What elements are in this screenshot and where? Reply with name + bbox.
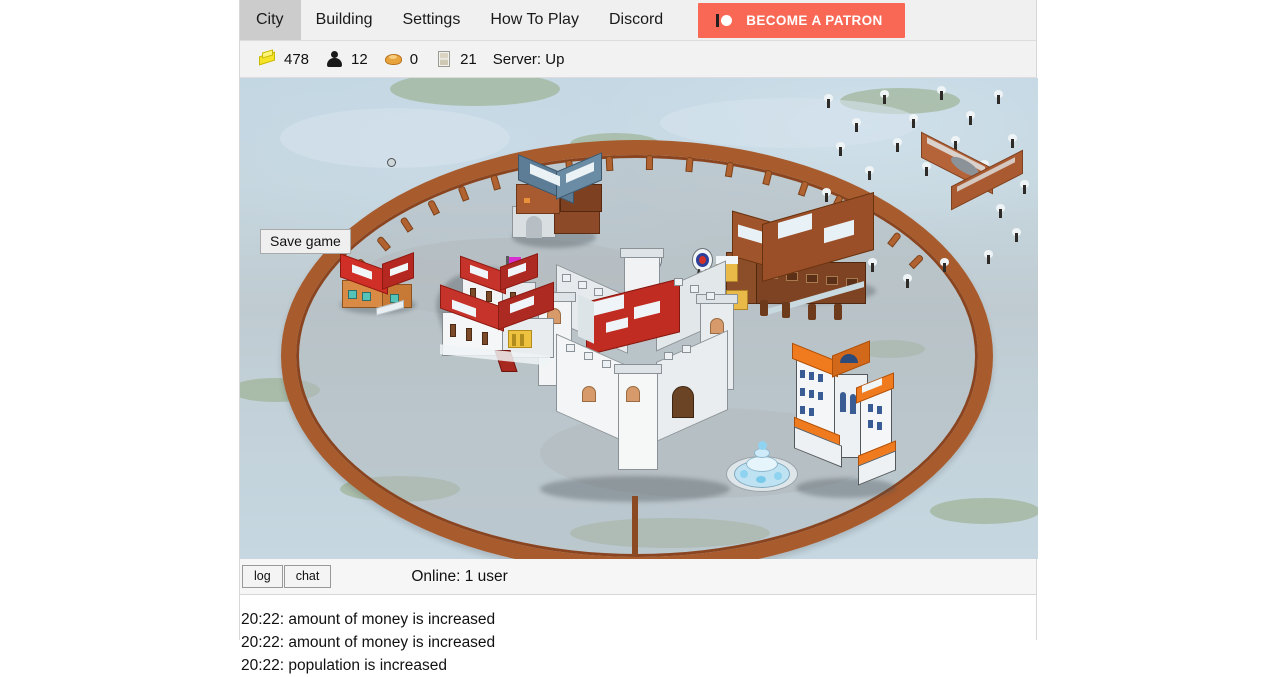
snow-tree xyxy=(836,142,845,156)
stat-food: 0 xyxy=(384,50,418,68)
stat-food-value: 0 xyxy=(409,50,419,68)
nav-tab-discord-label: Discord xyxy=(608,11,664,28)
terrain-grass-patch xyxy=(930,498,1038,524)
snow-tree xyxy=(880,90,889,104)
city-game-canvas[interactable]: Save game xyxy=(240,78,1038,559)
snow-tree xyxy=(940,258,949,272)
stat-gold: 478 xyxy=(258,49,310,68)
gold-ingot-icon xyxy=(258,49,278,68)
log-tab-button[interactable]: log xyxy=(242,565,283,588)
nav-tab-city-label: City xyxy=(256,11,284,28)
event-log-list: 20:22: amount of money is increased 20:2… xyxy=(240,608,1036,677)
stat-time: 21 xyxy=(434,50,477,68)
snow-tree xyxy=(1012,228,1021,242)
server-status-text: Server: Up xyxy=(492,50,565,68)
nav-tab-building-label: Building xyxy=(315,11,373,28)
nav-tab-settings-label: Settings xyxy=(402,11,461,28)
log-entry: 20:22: amount of money is increased xyxy=(241,634,496,651)
hourglass-icon xyxy=(434,50,454,68)
online-users-label: Online: 1 user xyxy=(411,567,508,585)
become-a-patron-label: BECOME A PATRON xyxy=(746,13,883,28)
manor-building[interactable] xyxy=(440,248,570,378)
snow-tree xyxy=(996,204,1005,218)
become-a-patron-button[interactable]: BECOME A PATRON xyxy=(698,3,905,38)
watchtower-building[interactable] xyxy=(510,152,606,246)
stat-population: 12 xyxy=(325,50,368,68)
log-entry: 20:22: population is increased xyxy=(241,657,447,674)
chat-tab-button[interactable]: chat xyxy=(283,565,332,588)
event-log-panel[interactable]: 20:22: amount of money is increased 20:2… xyxy=(240,595,1036,677)
main-navigation-bar: City Building Settings How To Play Disco… xyxy=(240,0,1036,41)
resource-stats-bar: 478 12 0 21 Server: Up xyxy=(240,41,1036,78)
nav-tab-discord[interactable]: Discord xyxy=(594,0,678,40)
terrain-haze xyxy=(660,98,920,148)
ice-fountain[interactable] xyxy=(726,440,798,492)
nav-tab-how-to-play-label: How To Play xyxy=(490,11,579,28)
stat-population-value: 12 xyxy=(351,50,368,68)
snow-tree xyxy=(893,138,902,152)
cursor-marker-dot xyxy=(387,158,396,167)
nav-tab-city[interactable]: City xyxy=(240,0,301,40)
snow-tree xyxy=(909,114,918,128)
snow-tree xyxy=(852,118,861,132)
population-person-icon xyxy=(325,50,345,68)
stat-gold-value: 478 xyxy=(284,50,310,68)
stat-time-value: 21 xyxy=(460,50,477,68)
warehouse-barn-building[interactable] xyxy=(716,191,880,320)
food-bread-icon xyxy=(384,50,404,68)
snow-tree xyxy=(865,166,874,180)
nav-tab-how-to-play[interactable]: How To Play xyxy=(475,0,594,40)
palisade-stake xyxy=(605,155,614,172)
log-entry: 20:22: amount of money is increased xyxy=(241,611,496,628)
lumber-pile-building[interactable] xyxy=(917,131,1027,211)
snow-tree xyxy=(984,250,993,264)
save-game-button[interactable]: Save game xyxy=(260,229,351,254)
patreon-logo-icon xyxy=(716,14,733,27)
palisade-stake xyxy=(645,154,654,171)
log-chat-toolbar: log chat Online: 1 user xyxy=(240,559,1036,595)
nav-tab-settings[interactable]: Settings xyxy=(388,0,476,40)
terrain-grass-patch xyxy=(390,78,560,106)
snow-tree xyxy=(966,111,975,125)
palisade-stake xyxy=(685,156,694,173)
game-app-container: City Building Settings How To Play Disco… xyxy=(239,0,1038,677)
snow-tree xyxy=(994,90,1003,104)
snow-tree xyxy=(824,94,833,108)
house-building[interactable] xyxy=(338,252,424,317)
wall-gate-post xyxy=(632,496,638,556)
townhouse-building[interactable] xyxy=(790,330,896,498)
snow-tree xyxy=(937,86,946,100)
snow-tree xyxy=(903,274,912,288)
nav-tab-building[interactable]: Building xyxy=(301,0,388,40)
